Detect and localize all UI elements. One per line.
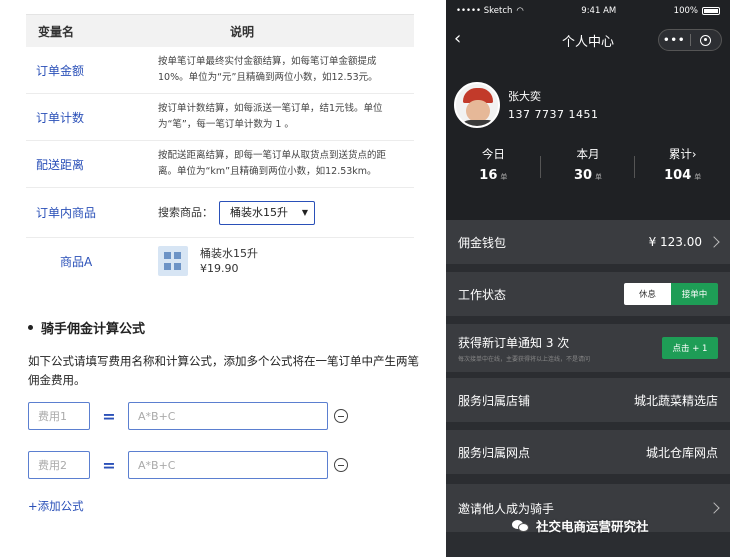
- header-variable-name: 变量名: [38, 24, 75, 39]
- outlet-value: 城北仓库网点: [645, 445, 718, 460]
- user-phone: 137 7737 1451: [508, 108, 599, 121]
- stat-month[interactable]: 本月 30 单: [541, 146, 636, 183]
- product-select-value: 桶装水15升: [230, 205, 288, 219]
- page-title: 个人中心: [561, 34, 614, 50]
- watermark-text: 社交电商运营研究社: [536, 519, 649, 534]
- table-row: 配送距离 按配送距离结算，即每一笔订单从取货点到送货点的距离。单位为“km”且精…: [26, 141, 414, 188]
- phone-screen: ••••• Sketch ◠ 9:41 AM 100% ‹ 个人中心 ••• 张大…: [446, 0, 730, 557]
- outlet-label: 服务归属网点: [458, 445, 531, 460]
- config-panel: 变量名 说明 订单金额 按单笔订单最终实付金额结算，如每笔订单金额提成10%。单…: [0, 0, 440, 557]
- header-description: 说明: [230, 24, 255, 39]
- formula-row: 费用1 = A*B+C: [28, 402, 348, 430]
- order-stats: 今日 16 单 本月 30 单 累计› 104 单: [446, 146, 730, 183]
- status-bar: ••••• Sketch ◠ 9:41 AM 100%: [446, 0, 730, 22]
- work-status-toggle[interactable]: 休息 接单中: [624, 283, 718, 305]
- notification-label: 获得新订单通知 3 次: [458, 335, 570, 350]
- table-header: 变量名 说明: [26, 15, 414, 47]
- table-row: 商品A 桶装水15升 ¥19.90: [26, 238, 414, 284]
- product-search: 搜索商品： 桶装水15升 ▼: [148, 200, 414, 225]
- formula-row: 费用2 = A*B+C: [28, 451, 348, 479]
- equals-sign: =: [102, 455, 116, 475]
- stat-today[interactable]: 今日 16 单: [446, 146, 541, 183]
- product-a-info: 桶装水15升 ¥19.90: [148, 246, 414, 276]
- battery-percent: 100%: [673, 6, 698, 16]
- invite-label: 邀请他人成为骑手: [458, 501, 555, 516]
- wallet-label: 佣金钱包: [458, 235, 507, 250]
- formula-expression-input[interactable]: A*B+C: [128, 402, 328, 430]
- remove-circle-icon[interactable]: [334, 458, 348, 472]
- variable-order-amount[interactable]: 订单金额: [26, 62, 148, 79]
- status-accepting-option[interactable]: 接单中: [671, 283, 718, 305]
- bullet-icon: [28, 325, 33, 330]
- notification-hint: 每次接单中在线，主要获得将以上连线，不是请问: [458, 355, 591, 363]
- wechat-icon: [512, 519, 530, 533]
- store-label: 服务归属店铺: [458, 393, 531, 408]
- chevron-down-icon: ▼: [301, 207, 308, 217]
- remove-circle-icon[interactable]: [334, 409, 348, 423]
- miniprogram-capsule: •••: [658, 29, 722, 51]
- table-row: 订单计数 按订单计数结算，如每派送一笔订单，结1元钱。单位为“笔”，每一笔订单计…: [26, 94, 414, 141]
- chevron-right-icon: ›: [691, 147, 697, 161]
- work-status-item: 工作状态 休息 接单中: [446, 272, 730, 316]
- more-icon[interactable]: •••: [659, 35, 690, 46]
- status-rest-option[interactable]: 休息: [624, 283, 671, 305]
- battery-icon: [701, 7, 720, 15]
- avatar[interactable]: [454, 82, 500, 128]
- click-plus-one-button[interactable]: 点击 + 1: [662, 337, 718, 359]
- notification-item: 获得新订单通知 3 次 每次接单中在线，主要获得将以上连线，不是请问 点击 + …: [446, 324, 730, 372]
- add-formula-link[interactable]: +添加公式: [28, 498, 84, 514]
- variable-description: 按配送距离结算，即每一笔订单从取货点到送货点的距离。单位为“km”且精确到两位小…: [158, 150, 387, 177]
- section-description: 如下公式请填写费用名称和计算公式，添加多个公式将在一笔订单中产生两笔佣金费用。: [28, 354, 419, 387]
- fee-name-input[interactable]: 费用1: [28, 402, 90, 430]
- work-status-label: 工作状态: [458, 287, 507, 302]
- nav-bar: ‹ 个人中心 •••: [446, 22, 730, 58]
- fee-name-input[interactable]: 费用2: [28, 451, 90, 479]
- section-title: 骑手佣金计算公式: [28, 318, 145, 337]
- variable-delivery-distance[interactable]: 配送距离: [26, 156, 148, 173]
- product-name: 桶装水15升: [200, 247, 258, 260]
- chevron-right-icon: [708, 502, 720, 514]
- back-chevron-icon[interactable]: ‹: [454, 28, 461, 49]
- product-details: 桶装水15升 ¥19.90: [200, 246, 258, 276]
- variable-description: 按单笔订单最终实付金额结算，如每笔订单金额提成10%。单位为“元”且精确到两位小…: [158, 56, 378, 83]
- table-row: 订单内商品 搜索商品： 桶装水15升 ▼: [26, 188, 414, 238]
- variable-order-product[interactable]: 订单内商品: [26, 204, 148, 221]
- store-item[interactable]: 服务归属店铺 城北蔬菜精选店: [446, 378, 730, 422]
- formula-expression-input[interactable]: A*B+C: [128, 451, 328, 479]
- variable-table: 变量名 说明 订单金额 按单笔订单最终实付金额结算，如每笔订单金额提成10%。单…: [26, 14, 414, 284]
- equals-sign: =: [102, 406, 116, 426]
- product-price: ¥19.90: [200, 262, 239, 275]
- wallet-amount: ¥ 123.00: [648, 235, 702, 249]
- profile-header: 张大奕 137 7737 1451 今日 16 单 本月 30 单 累计› 104 单: [446, 58, 730, 220]
- close-target-icon[interactable]: [690, 34, 721, 46]
- user-name: 张大奕: [508, 90, 541, 103]
- status-time: 9:41 AM: [581, 6, 617, 16]
- product-a-label[interactable]: 商品A: [26, 253, 148, 270]
- product-thumbnail-icon: [158, 246, 188, 276]
- store-value: 城北蔬菜精选店: [633, 393, 718, 408]
- variable-description: 按订单计数结算，如每派送一笔订单，结1元钱。单位为“笔”，每一笔订单计数为 1 …: [158, 103, 383, 130]
- search-product-label: 搜索商品：: [158, 205, 213, 219]
- chevron-right-icon: [708, 236, 720, 248]
- wallet-item[interactable]: 佣金钱包 ¥ 123.00: [446, 220, 730, 264]
- outlet-item[interactable]: 服务归属网点 城北仓库网点: [446, 430, 730, 474]
- watermark: 社交电商运营研究社: [512, 516, 649, 535]
- stat-total[interactable]: 累计› 104 单: [635, 146, 730, 183]
- carrier-label: ••••• Sketch: [456, 6, 513, 16]
- product-select[interactable]: 桶装水15升 ▼: [219, 200, 315, 225]
- wifi-icon: ◠: [516, 6, 524, 16]
- variable-order-count[interactable]: 订单计数: [26, 109, 148, 126]
- table-row: 订单金额 按单笔订单最终实付金额结算，如每笔订单金额提成10%。单位为“元”且精…: [26, 47, 414, 94]
